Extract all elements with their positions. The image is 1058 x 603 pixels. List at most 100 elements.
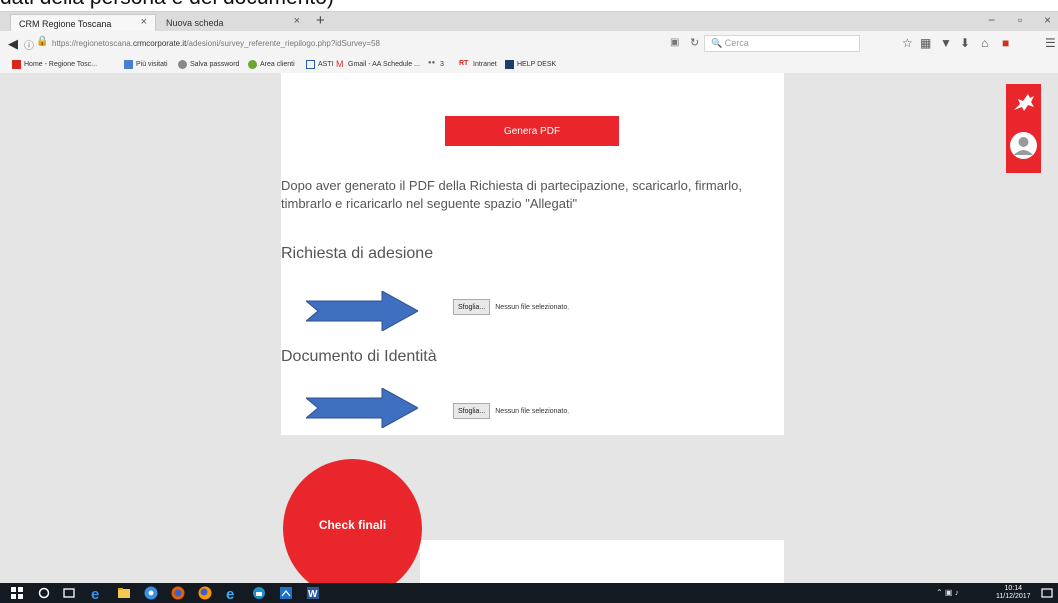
arrow-icon [306, 291, 418, 331]
close-tab-icon[interactable]: × [294, 15, 300, 27]
firefox-active-icon[interactable] [198, 586, 212, 600]
bookmark-label: Salva password [190, 61, 240, 68]
check-finali-button[interactable]: Check finali [283, 459, 422, 583]
bookmark-home-regione[interactable]: Home - Regione Tosc... [12, 60, 97, 69]
svg-text:W: W [308, 589, 318, 600]
bookmark-label: ASTI [318, 61, 334, 68]
no-file-label: Nessun file selezionato. [495, 303, 570, 311]
section-title-richiesta: Richiesta di adesione [281, 245, 434, 262]
clock-date: 11/12/2017 [996, 593, 1031, 600]
tab-bar: CRM Regione Toscana × Nuova scheda × + −… [0, 11, 1058, 32]
tab-title: Nuova scheda [166, 18, 224, 28]
bookmark-icon: ●● [428, 60, 436, 66]
pocket-icon[interactable]: ▼ [940, 36, 952, 50]
file-input-documento: Sfoglia... Nessun file selezionato. [453, 403, 569, 419]
reload-icon[interactable]: ↻ [690, 36, 699, 49]
system-tray[interactable]: ⌃ ▣ ♪ [936, 588, 959, 597]
bookmark-label: 3 [440, 61, 444, 68]
bookmark-intranet[interactable]: RT Intranet [459, 60, 497, 69]
notifications-icon[interactable] [1040, 586, 1054, 600]
bookmark-help-desk[interactable]: HELP DESK [505, 60, 556, 69]
pegasus-icon[interactable] [1010, 90, 1037, 117]
back-arrow-icon[interactable]: ◀ [8, 36, 18, 52]
user-avatar-icon[interactable] [1010, 132, 1037, 159]
bookmark-area-clienti[interactable]: Area clienti [248, 60, 295, 69]
app-icon[interactable] [252, 586, 266, 600]
url-prefix: https://regionetoscana. [52, 39, 133, 48]
pdf-icon[interactable]: ■ [1002, 36, 1009, 50]
edge-icon[interactable]: e [90, 586, 104, 600]
home-icon[interactable]: ⌂ [981, 36, 988, 50]
close-window-button[interactable]: × [1044, 13, 1051, 27]
check-finali-label: Check finali [318, 517, 387, 532]
rt-icon: RT [459, 60, 469, 67]
outlook-icon[interactable] [279, 586, 293, 600]
url-path: /adesioni/survey_referente_riepilogo.php… [186, 39, 380, 48]
menu-icon[interactable]: ☰ [1045, 36, 1056, 50]
task-view-icon[interactable] [62, 586, 76, 600]
bookmark-label: Home - Regione Tosc... [24, 61, 98, 68]
bookmark-label: Gmail - AA Schedule ... [348, 61, 420, 68]
star-icon[interactable]: ☆ [902, 36, 913, 50]
gmail-icon: M [336, 59, 344, 69]
upload-card: Genera PDF Dopo aver generato il PDF del… [281, 73, 784, 435]
info-icon[interactable]: ⓘ [24, 37, 34, 52]
section-title-documento: Documento di Identità [281, 348, 437, 365]
file-input-richiesta: Sfoglia... Nessun file selezionato. [453, 299, 569, 315]
browse-button[interactable]: Sfoglia... [453, 403, 491, 419]
tab-crm[interactable]: CRM Regione Toscana × [10, 14, 156, 32]
firefox-icon[interactable] [171, 586, 185, 600]
genera-pdf-button[interactable]: Genera PDF [445, 116, 619, 146]
library-icon[interactable]: ▦ [920, 36, 931, 50]
restore-button[interactable]: ▫ [1018, 13, 1022, 27]
navigation-bar: ◀ ⓘ 🔒 https://regionetoscana.crmcorporat… [0, 31, 1058, 59]
search-input[interactable]: 🔍 Cerca [704, 35, 860, 52]
search-placeholder: Cerca [724, 38, 749, 48]
taskbar: e e W ⌃ ▣ ♪ 10:14 11/12/2017 [0, 583, 1058, 603]
tab-new[interactable]: Nuova scheda × [158, 14, 308, 32]
bookmarks-bar: Home - Regione Tosc... Più visitati Salv… [0, 58, 1058, 74]
new-tab-button[interactable]: + [316, 12, 325, 29]
bookmark-gmail[interactable]: M Gmail - AA Schedule ... [336, 60, 420, 69]
close-tab-icon[interactable]: × [141, 16, 147, 28]
svg-text:e: e [91, 586, 99, 600]
svg-text:e: e [226, 586, 234, 600]
bookmark-piu-visitati[interactable]: Più visitati [124, 60, 168, 69]
no-file-label: Nessun file selezionato. [495, 407, 570, 415]
url-domain: crmcorporate.it [132, 39, 187, 48]
bookmark-label: Più visitati [136, 61, 168, 68]
windows-start-icon[interactable] [10, 586, 24, 600]
word-icon[interactable]: W [306, 586, 320, 600]
cortana-icon[interactable] [37, 586, 51, 600]
bookmark-asti[interactable]: ASTI [306, 60, 334, 69]
bookmark-label: Area clienti [260, 61, 295, 68]
helpdesk-icon [505, 60, 514, 69]
instructions-text: Dopo aver generato il PDF della Richiest… [281, 178, 742, 211]
leaf-icon [248, 60, 257, 69]
file-explorer-icon[interactable] [117, 586, 131, 600]
ie-icon[interactable]: e [225, 586, 239, 600]
page-content: Genera PDF Dopo aver generato il PDF del… [0, 73, 1058, 583]
bookmark-label: Intranet [473, 61, 497, 68]
clock[interactable]: 10:14 11/12/2017 [996, 585, 1031, 601]
key-icon [178, 60, 187, 69]
side-panel [1006, 84, 1041, 173]
lower-card [420, 540, 784, 583]
download-icon[interactable]: ⬇ [960, 36, 970, 50]
bookmark-salva-password[interactable]: Salva password [178, 60, 239, 69]
lock-icon[interactable]: 🔒 [36, 36, 48, 47]
clock-time: 10:14 [1004, 585, 1023, 592]
tab-title: CRM Regione Toscana [19, 18, 112, 29]
caption-text: dati della persona e del documento) [0, 0, 334, 10]
regione-icon [12, 60, 21, 69]
reader-icon[interactable]: ▣ [670, 37, 679, 48]
url-bar[interactable]: https://regionetoscana.crmcorporate.it/a… [52, 39, 380, 48]
chrome-icon[interactable] [144, 586, 158, 600]
minimize-button[interactable]: − [988, 13, 995, 27]
folder-icon [124, 60, 133, 69]
bookmark-label: HELP DESK [517, 61, 557, 68]
bookmark-3[interactable]: ●● 3 [428, 60, 444, 69]
page-icon [306, 60, 315, 69]
arrow-icon [306, 388, 418, 428]
browse-button[interactable]: Sfoglia... [453, 299, 491, 315]
